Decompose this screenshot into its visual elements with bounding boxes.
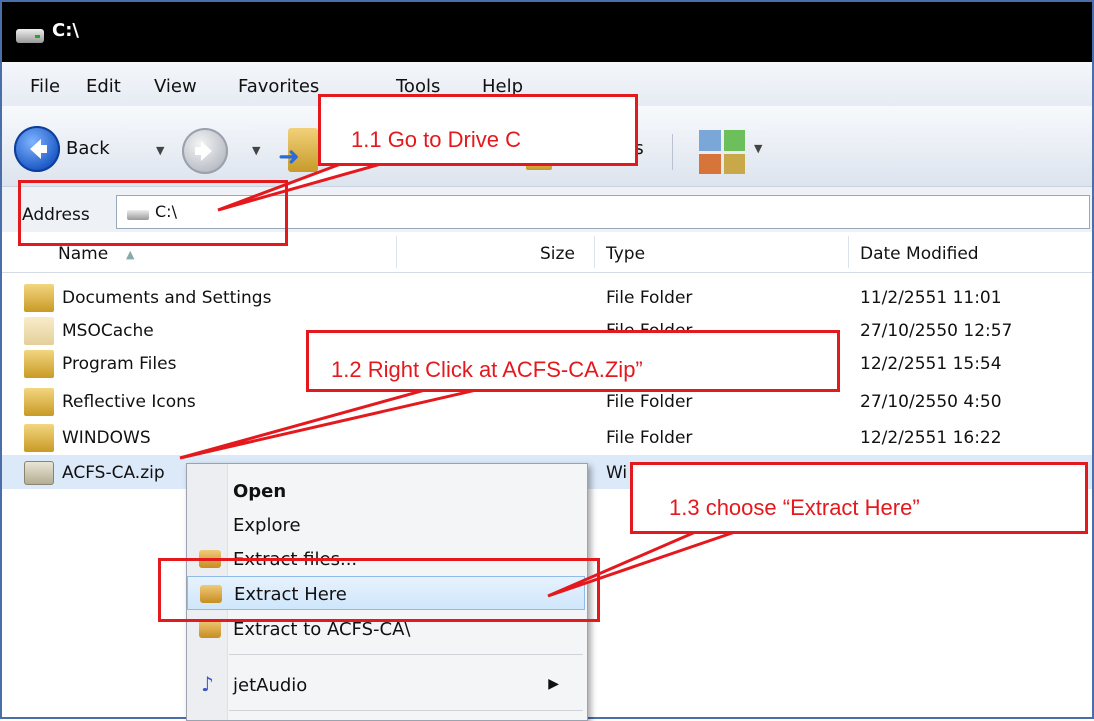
- callout-step-3-text: 1.3 choose “Extract Here”: [669, 495, 920, 520]
- callout-step-1-text: 1.1 Go to Drive C: [351, 127, 521, 152]
- address-highlight-box: [18, 180, 288, 246]
- callout-step-1: 1.1 Go to Drive C: [318, 94, 638, 166]
- extract-here-highlight-box: [158, 558, 600, 622]
- callout-step-2: 1.2 Right Click at ACFS-CA.Zip”: [306, 330, 840, 392]
- callout-step-3: 1.3 choose “Extract Here”: [630, 462, 1088, 534]
- callout-step-2-text: 1.2 Right Click at ACFS-CA.Zip”: [331, 357, 643, 382]
